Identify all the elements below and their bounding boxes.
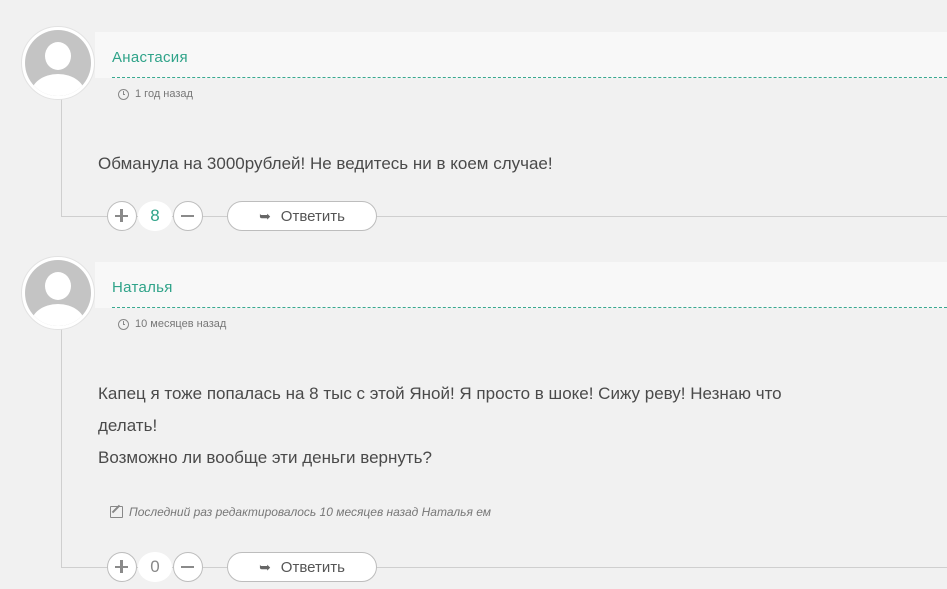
reply-label: Ответить xyxy=(280,558,345,576)
reply-button[interactable]: ➥ Ответить xyxy=(227,201,377,231)
comment-actions: 8 ➥ Ответить xyxy=(107,199,377,233)
reply-arrow-icon: ➥ xyxy=(259,207,271,224)
comment-actions: 0 ➥ Ответить xyxy=(107,550,377,584)
comment-header xyxy=(95,262,947,308)
edited-note: Последний раз редактировалось 10 месяцев… xyxy=(110,505,491,519)
comment-text-line: Капец я тоже попалась на 8 тыс с этой Ян… xyxy=(98,384,782,403)
comment-author[interactable]: Анастасия xyxy=(112,49,188,66)
comment-author[interactable]: Наталья xyxy=(112,279,173,296)
avatar[interactable] xyxy=(21,256,95,330)
thread-line xyxy=(61,98,62,216)
clock-icon xyxy=(118,88,129,100)
header-divider xyxy=(112,307,947,308)
comment-item: Наталья 10 месяцев назад Капец я тоже по… xyxy=(0,250,947,589)
reply-arrow-icon: ➥ xyxy=(259,558,271,575)
vote-count: 8 xyxy=(138,201,172,231)
comment-text: Обманула на 3000рублей! Не ведитесь ни в… xyxy=(98,148,918,180)
downvote-button[interactable] xyxy=(173,552,203,582)
comment-time-label: 1 год назад xyxy=(135,88,193,100)
comment-text-line: Обманула на 3000рублей! Не ведитесь ни в… xyxy=(98,154,553,173)
clock-icon xyxy=(118,318,129,330)
reply-button[interactable]: ➥ Ответить xyxy=(227,552,377,582)
header-divider xyxy=(112,77,947,78)
comment-header xyxy=(95,32,947,78)
reply-label: Ответить xyxy=(280,207,345,225)
edited-note-label: Последний раз редактировалось 10 месяцев… xyxy=(129,505,491,519)
vote-count: 0 xyxy=(138,552,172,582)
comment-time: 1 год назад xyxy=(118,88,193,100)
downvote-button[interactable] xyxy=(173,201,203,231)
edit-icon xyxy=(110,506,123,518)
upvote-button[interactable] xyxy=(107,552,137,582)
comment-time: 10 месяцев назад xyxy=(118,318,226,330)
avatar[interactable] xyxy=(21,26,95,100)
comment-text-line: Возможно ли вообще эти деньги вернуть? xyxy=(98,448,432,467)
thread-line xyxy=(61,328,62,567)
comment-time-label: 10 месяцев назад xyxy=(135,318,227,330)
comment-text: Капец я тоже попалась на 8 тыс с этой Ян… xyxy=(98,378,918,474)
comment-item: Анастасия 1 год назад Обманула на 3000ру… xyxy=(0,0,947,250)
upvote-button[interactable] xyxy=(107,201,137,231)
comment-text-line: делать! xyxy=(98,416,158,435)
